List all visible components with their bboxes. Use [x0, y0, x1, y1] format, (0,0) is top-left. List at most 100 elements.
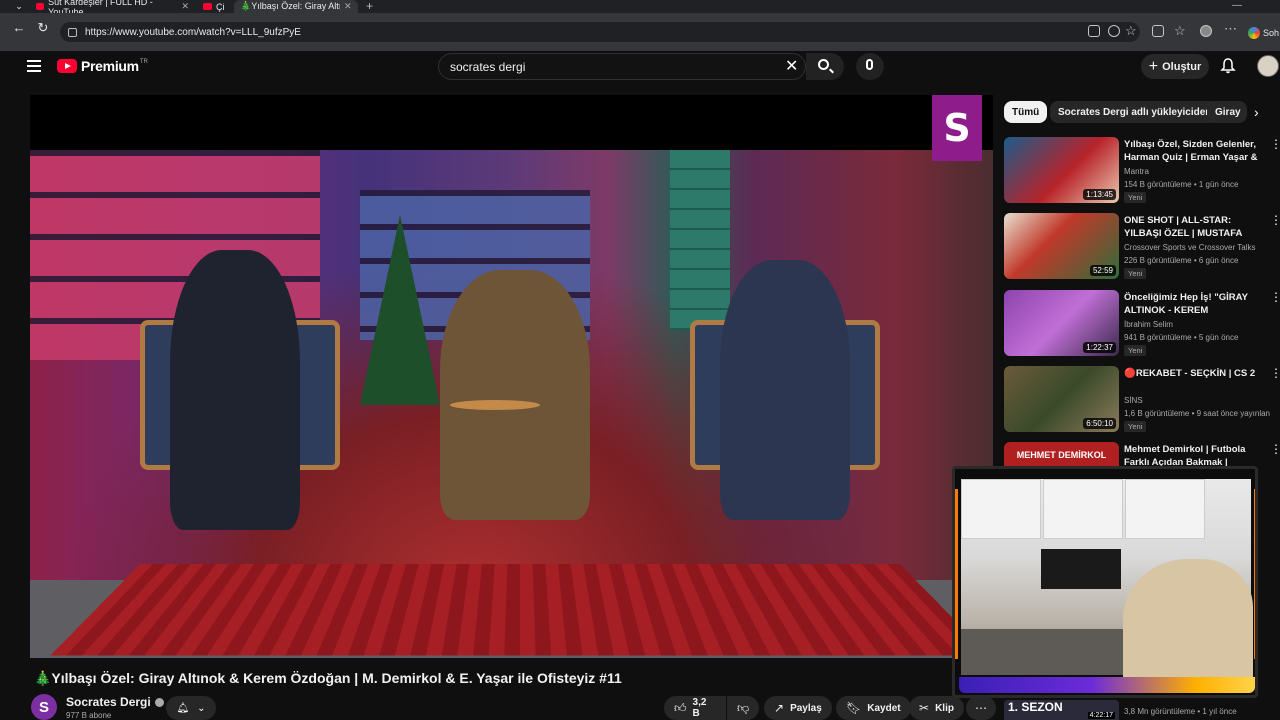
youtube-favicon-icon [36, 3, 45, 10]
more-vertical-icon[interactable]: ⋮ [1270, 138, 1280, 150]
new-tab-icon[interactable]: + [366, 0, 373, 12]
recommendation-thumbnail[interactable]: 1:13:45 [1004, 137, 1119, 203]
new-badge: Yeni [1124, 268, 1147, 279]
site-info-icon[interactable] [68, 27, 77, 37]
plus-icon: + [1148, 57, 1159, 75]
microphone-icon [866, 59, 873, 70]
share-button[interactable]: ↗ Paylaş [764, 696, 832, 720]
voice-search-button[interactable] [856, 53, 884, 80]
video-frame [30, 150, 993, 658]
favorites-icon[interactable]: ☆ [1174, 23, 1186, 39]
logo-text: Premium [81, 58, 139, 74]
url-field[interactable]: https://www.youtube.com/watch?v=LLL_9ufz… [60, 22, 1140, 42]
search-box[interactable]: socrates dergi ✕ [438, 53, 806, 80]
duration-badge: 1:22:37 [1083, 342, 1116, 353]
recommendation-channel[interactable]: İbrahim Selim [1124, 320, 1173, 329]
recommendation-channel[interactable]: Crossover Sports ve Crossover Talks [1124, 243, 1255, 252]
notifications-bell-icon[interactable] [1220, 58, 1236, 74]
youtube-logo[interactable]: Premium TR [57, 58, 148, 74]
webcam-feed [961, 479, 1253, 679]
recommendation-title[interactable]: Önceliğimiz Hep İş! "GİRAY ALTINOK - KER… [1124, 291, 1262, 317]
chip-all[interactable]: Tümü [1004, 101, 1048, 123]
recommendation-channel[interactable]: SİNS [1124, 396, 1143, 405]
chip-giray[interactable]: Giray [1207, 101, 1247, 123]
more-vertical-icon[interactable]: ⋮ [1270, 443, 1280, 455]
bookmark-star-icon[interactable]: ☆ [1125, 23, 1137, 39]
chip-uploader[interactable]: Socrates Dergi adlı yükleyiciden [1050, 101, 1220, 123]
tab-2[interactable]: Çi [197, 0, 233, 13]
tab-1[interactable]: Süt Kardeşler | FULL HD - YouTube ✕ [30, 0, 195, 17]
video-title: 🎄Yılbaşı Özel: Giray Altınok & Kerem Özd… [34, 670, 622, 686]
recommendation-item[interactable]: MEHMET DEMİRKOL Mehmet Demirkol | Futbol… [1004, 442, 1280, 468]
person-left [170, 250, 300, 530]
save-button[interactable]: 🔖︎ Kaydet [836, 696, 911, 720]
tiled-wall [670, 150, 730, 330]
scissors-icon: ✂ [919, 701, 930, 715]
recommendation-thumbnail[interactable]: 52:59 [1004, 213, 1119, 279]
profile-icon[interactable] [1200, 25, 1212, 37]
more-vertical-icon[interactable]: ⋮ [1270, 367, 1280, 379]
save-label: Kaydet [867, 702, 901, 714]
create-button[interactable]: + Oluştur [1141, 54, 1209, 79]
account-avatar[interactable] [1257, 55, 1279, 77]
extensions-icon[interactable] [1152, 25, 1164, 37]
recommendation-thumbnail[interactable]: 6:50:10 [1004, 366, 1119, 432]
reload-icon[interactable]: ↻ [36, 21, 50, 35]
tab-close-icon[interactable]: ✕ [181, 1, 189, 12]
search-input[interactable]: socrates dergi [450, 60, 525, 74]
recommendation-item[interactable]: 1:22:37 Önceliğimiz Hep İş! "GİRAY ALTIN… [1004, 290, 1280, 360]
recommendation-thumbnail[interactable]: 1. SEZON 4:22:17 [1004, 700, 1119, 720]
recommendation-meta: 941 B görüntüleme • 5 gün önce [1124, 333, 1239, 342]
subscription-bell-button[interactable]: 🔔︎ ⌄ [166, 696, 216, 720]
recommendation-item[interactable]: 52:59 ONE SHOT | ALL-STAR: YILBAŞI ÖZEL … [1004, 213, 1280, 283]
thumbs-up-icon: 👍︎ [674, 700, 687, 715]
clip-button[interactable]: ✂ Klip [909, 696, 964, 720]
back-icon[interactable]: ← [12, 21, 26, 35]
recommendation-thumbnail[interactable]: 1:22:37 [1004, 290, 1119, 356]
chevron-right-icon[interactable]: › [1254, 104, 1259, 120]
more-vertical-icon[interactable]: ⋮ [1270, 291, 1280, 303]
recommendation-title[interactable]: 🔴REKABET - SEÇKİN | CS 2 [1124, 367, 1262, 380]
copilot-label: Soh [1263, 28, 1280, 38]
new-badge: Yeni [1124, 345, 1147, 356]
duration-badge: 4:22:17 [1087, 712, 1115, 719]
subscriber-count: 977 B abone [66, 711, 112, 720]
cabinet [961, 479, 1041, 539]
bell-icon: 🔔︎ [176, 702, 190, 714]
clear-search-icon[interactable]: ✕ [785, 58, 798, 76]
more-vertical-icon[interactable]: ⋮ [1270, 214, 1280, 226]
search-button[interactable] [806, 53, 844, 80]
recommendation-title[interactable]: ONE SHOT | ALL-STAR: YILBAŞI ÖZEL | MUST… [1124, 214, 1262, 240]
install-app-icon[interactable] [1088, 25, 1100, 37]
recommendation-thumbnail[interactable]: MEHMET DEMİRKOL [1004, 442, 1119, 468]
clip-label: Klip [935, 702, 954, 714]
tab-3-label: 🎄Yılbaşı Özel: Giray Altınok [240, 1, 340, 11]
like-button[interactable]: 👍︎ 3,2 B [664, 696, 726, 720]
channel-watermark: S [932, 95, 982, 161]
tab-3-active[interactable]: 🎄Yılbaşı Özel: Giray Altınok ✕ [234, 0, 358, 13]
channel-avatar[interactable]: S [31, 694, 57, 720]
more-actions-button[interactable]: ⋯ [966, 696, 996, 720]
tab-list-icon[interactable]: ⌄ [12, 0, 26, 14]
recommendation-item[interactable]: 6:50:10 🔴REKABET - SEÇKİN | CS 2 SİNS 1,… [1004, 366, 1280, 436]
video-player[interactable]: S [30, 95, 993, 658]
tab-close-icon[interactable]: ✕ [344, 1, 352, 12]
more-menu-icon[interactable]: ⋯ [1224, 21, 1237, 37]
frame-edge [1254, 489, 1255, 659]
tracking-icon[interactable] [1108, 25, 1120, 37]
recommendation-title[interactable]: Yılbaşı Özel, Sizden Gelenler, Harman Qu… [1124, 138, 1262, 164]
menu-icon[interactable] [27, 60, 41, 72]
duration-badge: 6:50:10 [1083, 418, 1116, 429]
channel-name[interactable]: Socrates Dergi [66, 695, 164, 709]
duration-badge: 1:13:45 [1083, 189, 1116, 200]
recommendation-channel[interactable]: Mantra [1124, 167, 1149, 176]
logo-country: TR [139, 59, 148, 65]
copilot-button[interactable]: Soh [1248, 24, 1280, 42]
minimize-icon[interactable]: — [1232, 0, 1242, 12]
browser-tab-strip: ⌄ Süt Kardeşler | FULL HD - YouTube ✕ Çi… [0, 0, 1280, 17]
copilot-icon [1248, 27, 1260, 39]
frame-edge [955, 489, 958, 659]
recommendation-item[interactable]: 1:13:45 Yılbaşı Özel, Sizden Gelenler, H… [1004, 137, 1280, 207]
dislike-button[interactable]: 👎︎ [727, 696, 759, 720]
new-badge: Yeni [1124, 421, 1147, 432]
